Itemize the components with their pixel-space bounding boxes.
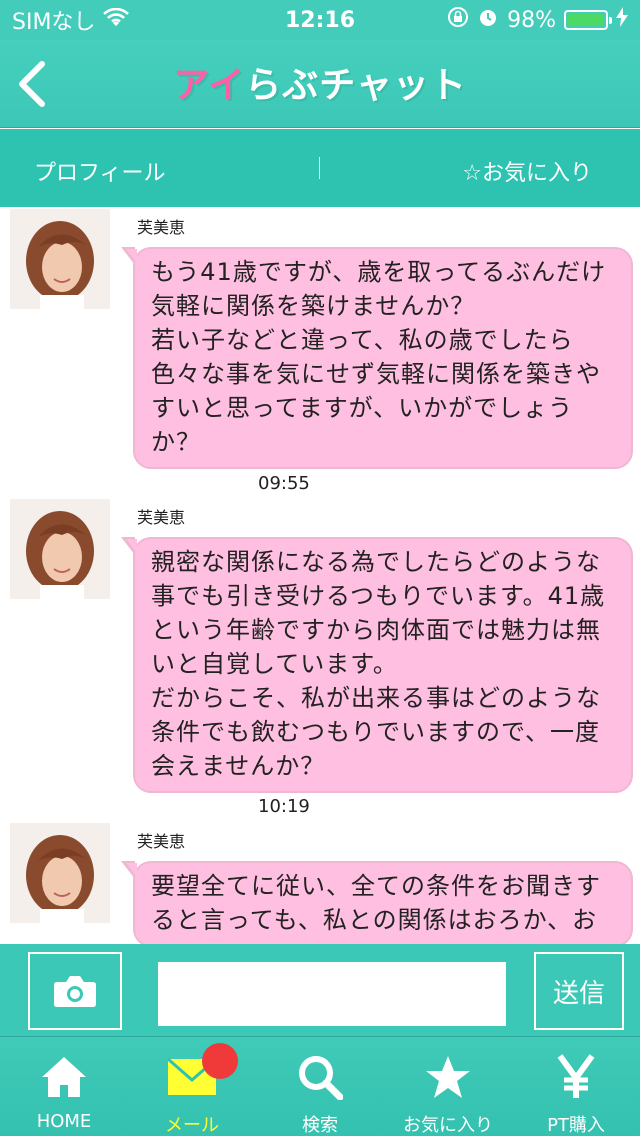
- tab-pt-purchase[interactable]: PT購入: [512, 1037, 640, 1136]
- send-button[interactable]: 送信: [534, 952, 624, 1030]
- message-list[interactable]: 芙美恵 もう41歳ですが、歳を取ってるぶんだけ気軽に関係を築けませんか？ 若い子…: [0, 207, 640, 944]
- camera-icon: [54, 976, 96, 1007]
- message-input[interactable]: [158, 962, 506, 1026]
- star-icon: [426, 1056, 470, 1098]
- carrier-label: SIMなし: [12, 10, 96, 35]
- battery-icon: [564, 10, 612, 30]
- sender-name: 芙美恵: [137, 508, 186, 527]
- tab-pt-purchase-label: PT購入: [547, 1115, 605, 1136]
- tab-divider: [319, 157, 320, 179]
- message-bubble: 要望全てに従い、全ての条件をお聞きすると言っても、私との関係はおろか、お: [121, 861, 633, 944]
- tab-home[interactable]: HOME: [0, 1037, 128, 1136]
- logo-text-white: らぶチャット: [245, 65, 467, 106]
- search-icon: [299, 1056, 343, 1100]
- charging-icon: [616, 7, 628, 33]
- tab-search[interactable]: 検索: [256, 1037, 384, 1136]
- orientation-lock-icon: [447, 6, 469, 34]
- status-bar: SIMなし 12:16 98%: [0, 0, 640, 40]
- alarm-icon: [477, 6, 499, 34]
- sender-name: 芙美恵: [137, 218, 186, 237]
- avatar[interactable]: [10, 823, 110, 923]
- tab-mail-label: メール: [165, 1115, 219, 1136]
- yen-icon: [557, 1054, 595, 1098]
- nav-bar: アイらぶチャット: [0, 40, 640, 128]
- profile-tab-row: プロフィール ☆お気に入り: [0, 129, 640, 207]
- message-bubble: 親密な関係になる為でしたらどのような事でも引き受けるつもりでいます。41歳という…: [121, 537, 633, 793]
- message-time: 10:19: [258, 796, 310, 817]
- notification-badge: [202, 1043, 238, 1079]
- tab-profile[interactable]: プロフィール: [34, 155, 166, 187]
- tab-mail[interactable]: メール: [128, 1037, 256, 1136]
- tab-home-label: HOME: [36, 1111, 92, 1132]
- tab-search-label: 検索: [302, 1115, 338, 1136]
- back-button[interactable]: [12, 58, 52, 110]
- tab-favorite[interactable]: ☆お気に入り: [462, 155, 592, 187]
- bottom-tab-bar: HOME メール 検索 お気に入り PT購入: [0, 1036, 640, 1136]
- sender-name: 芙美恵: [137, 832, 186, 851]
- message-input-bar: 送信: [0, 944, 640, 1036]
- camera-button[interactable]: [28, 952, 122, 1030]
- app-logo: アイらぶチャット: [150, 56, 490, 110]
- battery-percent: 98%: [507, 7, 556, 33]
- wifi-icon: [103, 7, 130, 33]
- message-bubble: もう41歳ですが、歳を取ってるぶんだけ気軽に関係を築けませんか？ 若い子などと違…: [121, 247, 633, 469]
- tab-favorites[interactable]: お気に入り: [384, 1037, 512, 1136]
- avatar[interactable]: [10, 209, 110, 309]
- home-icon: [42, 1057, 86, 1097]
- chevron-left-icon: [19, 61, 45, 107]
- avatar[interactable]: [10, 499, 110, 599]
- logo-text-pink: アイ: [173, 65, 246, 106]
- tab-favorites-label: お気に入り: [403, 1115, 493, 1136]
- message-time: 09:55: [258, 473, 310, 494]
